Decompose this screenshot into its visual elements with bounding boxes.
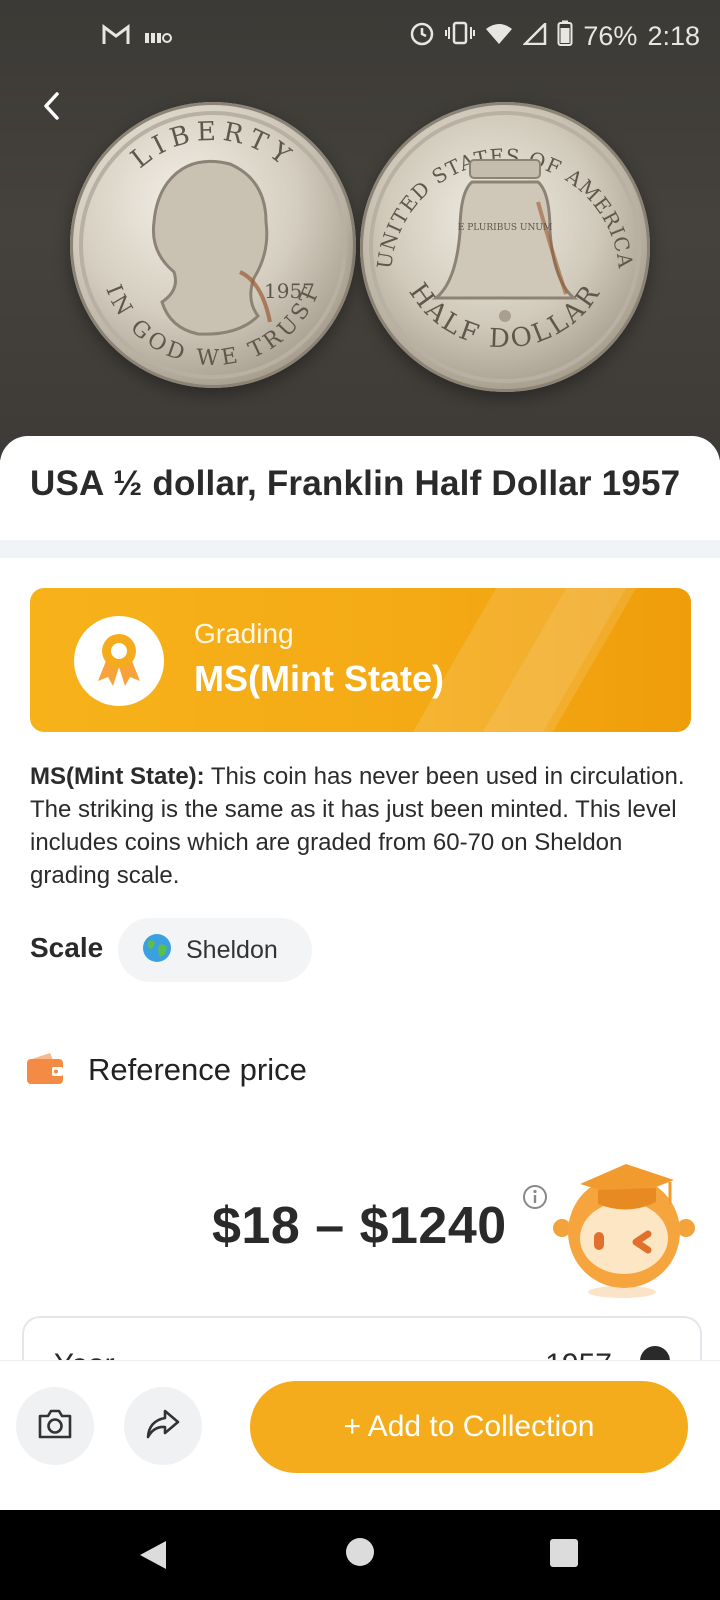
page-title: USA ½ dollar, Franklin Half Dollar 1957	[30, 464, 681, 503]
assistant-mascot[interactable]	[552, 1156, 698, 1302]
coin-reverse-image: UNITED STATES OF AMERICA HALF DOLLAR E P…	[360, 102, 650, 392]
coin-hero: 76% 2:18 LIBERTY IN GOD WE TRUST 1957 UN…	[0, 0, 720, 460]
grading-label: Grading	[194, 618, 294, 649]
wallet-icon	[26, 1051, 64, 1090]
wifi-icon	[485, 21, 513, 52]
battery-percent: 76%	[583, 21, 638, 51]
reference-price-label: Reference price	[88, 1052, 307, 1087]
grading-value: MS(Mint State)	[194, 658, 444, 699]
scale-label: Scale	[30, 932, 104, 963]
nav-home-icon[interactable]	[346, 1538, 374, 1566]
status-right: 76% 2:18	[409, 20, 700, 53]
info-icon[interactable]	[522, 1184, 548, 1210]
award-ribbon-icon	[94, 631, 144, 692]
coin-obverse-image: LIBERTY IN GOD WE TRUST 1957	[70, 102, 356, 388]
nav-recents-icon[interactable]	[550, 1539, 578, 1567]
battery-icon	[557, 20, 573, 53]
chevron-left-icon	[40, 90, 64, 127]
system-nav-bar	[0, 1510, 720, 1600]
coin-date: 1957	[264, 279, 315, 303]
reference-price-header: Reference price	[26, 1046, 307, 1094]
price-range: $18 – $1240	[212, 1197, 507, 1255]
status-left	[102, 22, 172, 53]
alarm-icon	[409, 20, 435, 53]
globe-icon	[118, 933, 172, 968]
add-to-collection-button[interactable]: + Add to Collection	[250, 1381, 688, 1473]
back-button[interactable]	[30, 86, 74, 130]
scale-chip-sheldon[interactable]: Sheldon	[118, 918, 312, 982]
scale-chip-label: Sheldon	[186, 935, 278, 964]
share-button[interactable]	[124, 1387, 202, 1465]
grading-card: Grading MS(Mint State)	[30, 588, 691, 732]
signal-icon	[522, 20, 547, 52]
notification-icon	[144, 22, 172, 53]
grading-description-term: MS(Mint State):	[30, 763, 205, 790]
grading-badge	[74, 616, 164, 706]
bottom-action-bar: + Add to Collection	[0, 1360, 720, 1511]
grading-description: MS(Mint State): This coin has never been…	[30, 760, 690, 892]
camera-button[interactable]	[16, 1387, 94, 1465]
section-divider	[0, 540, 720, 558]
share-icon	[145, 1408, 181, 1445]
nav-back-icon[interactable]	[138, 1540, 168, 1575]
status-bar: 76% 2:18	[0, 0, 720, 76]
gmail-icon	[102, 22, 130, 53]
camera-icon	[37, 1408, 73, 1445]
coin-motto: E PLURIBUS UNUM	[458, 223, 552, 233]
clock: 2:18	[647, 21, 700, 51]
vibrate-icon	[445, 21, 476, 52]
